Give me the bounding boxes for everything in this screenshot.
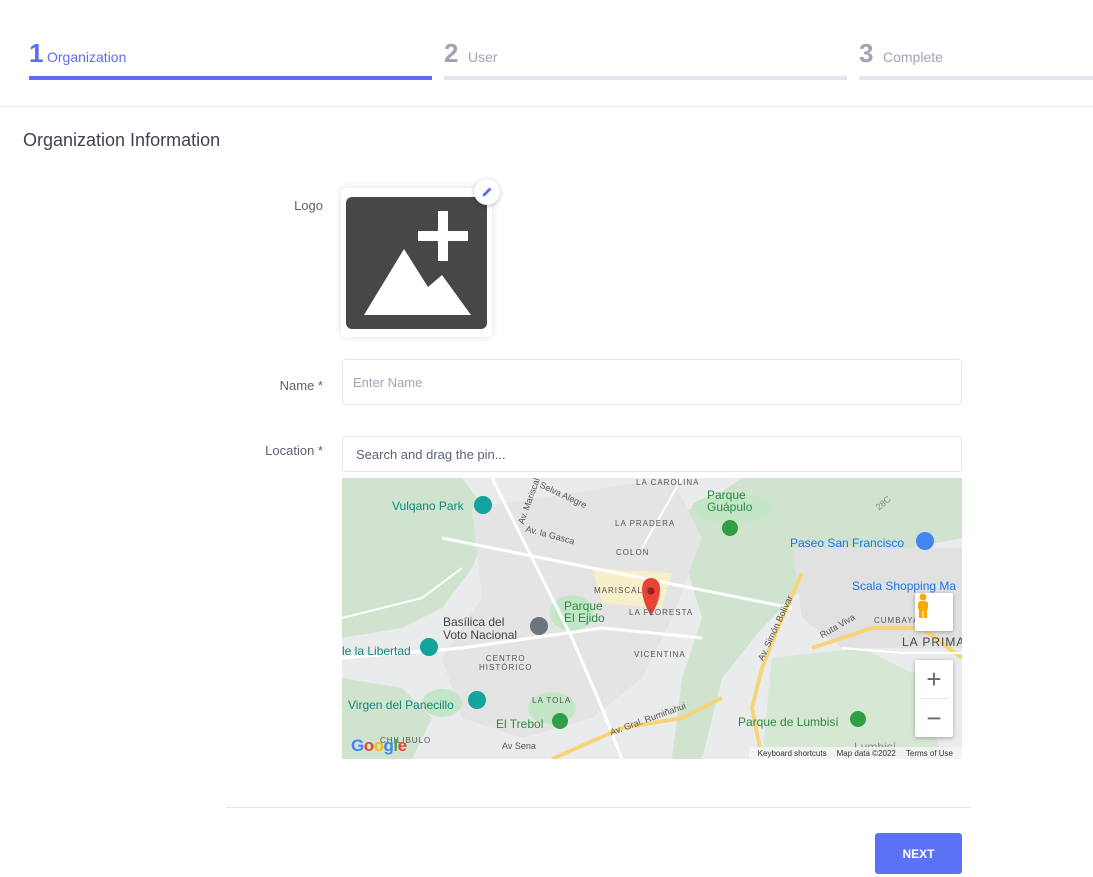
- step-organization[interactable]: 1 Organization: [29, 38, 432, 82]
- section-title: Organization Information: [23, 130, 221, 150]
- next-button[interactable]: NEXT: [875, 833, 962, 874]
- map-label: Parque Guápulo: [707, 488, 753, 514]
- step-number: 2: [444, 38, 459, 68]
- form-divider: [226, 807, 971, 808]
- step-progress-bar: [444, 76, 847, 80]
- map-data-text: Map data ©2022: [836, 748, 896, 758]
- map-label: Paseo San Francisco: [790, 536, 905, 550]
- map-label: Virgen del Panecillo: [348, 698, 454, 712]
- zoom-control: + −: [915, 660, 953, 737]
- map-label: LA PRADERA: [615, 519, 676, 528]
- map-label: Basílica del Voto Nacional: [443, 615, 518, 642]
- map-attribution: Keyboard shortcuts Map data ©2022 Terms …: [748, 747, 962, 759]
- step-label: Organization: [47, 49, 127, 65]
- step-user[interactable]: 2 User: [444, 38, 847, 82]
- step-number: 1: [29, 38, 44, 68]
- step-label: User: [468, 49, 498, 65]
- terms-of-use-link[interactable]: Terms of Use: [906, 749, 953, 758]
- google-logo: Google: [351, 736, 407, 755]
- map-label: LA PRIMA: [902, 635, 962, 649]
- step-number: 3: [859, 38, 874, 68]
- pencil-icon: [482, 187, 492, 197]
- pegman-icon: [918, 593, 928, 618]
- map-label: LA TOLA: [532, 696, 572, 705]
- map-label: El Trebol: [496, 717, 544, 731]
- map-label: Vulqano Park: [392, 499, 464, 513]
- zoom-out-button[interactable]: −: [915, 699, 953, 737]
- map-label: MARISCAL S: [594, 586, 653, 595]
- map-label: VICENTINA: [634, 650, 686, 659]
- map-label: Parque El Ejido: [564, 599, 605, 625]
- map-label: CUMBAYA: [874, 616, 920, 625]
- location-map[interactable]: LA CAROLINA Parque Guápulo Vulqano Park …: [342, 478, 962, 759]
- map-label: LA CAROLINA: [636, 478, 700, 487]
- map-label: Scala Shopping Ma: [852, 579, 957, 593]
- map-label: COLON: [616, 548, 650, 557]
- map-label: Parque de Lumbisí: [738, 715, 839, 729]
- map-label: Av Sena: [502, 741, 536, 751]
- map-label: LA FLORESTA: [629, 608, 694, 617]
- step-progress-bar: [29, 76, 432, 80]
- logo-upload[interactable]: [341, 188, 492, 337]
- step-complete[interactable]: 3 Complete: [859, 38, 1093, 82]
- step-progress-bar: [859, 76, 1093, 80]
- street-view-pegman[interactable]: [915, 593, 953, 631]
- location-label: Location *: [265, 443, 323, 458]
- logo-label: Logo: [294, 198, 323, 213]
- stepper: 1 Organization 2 User 3 Complete: [0, 0, 1093, 107]
- map-label: CENTRO HISTÓRICO: [479, 654, 533, 672]
- location-search-input[interactable]: [342, 436, 962, 472]
- map-label: le la Libertad: [342, 644, 411, 658]
- keyboard-shortcuts-link[interactable]: Keyboard shortcuts: [758, 749, 827, 758]
- edit-logo-button[interactable]: [474, 179, 500, 205]
- zoom-in-button[interactable]: +: [915, 660, 953, 698]
- name-label: Name *: [279, 378, 323, 393]
- add-image-icon: [346, 197, 487, 329]
- name-input[interactable]: [342, 359, 962, 405]
- step-label: Complete: [883, 49, 943, 65]
